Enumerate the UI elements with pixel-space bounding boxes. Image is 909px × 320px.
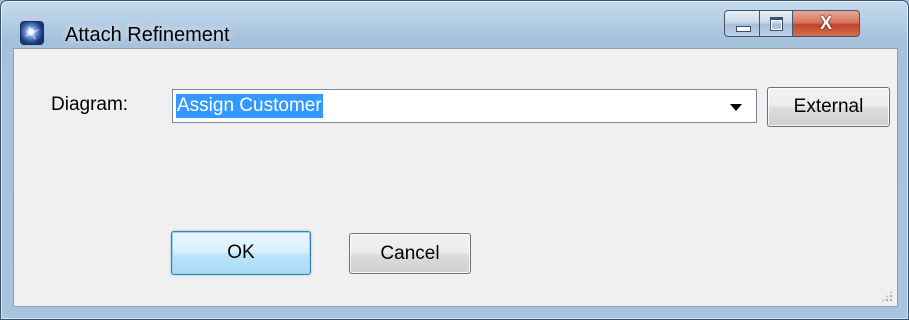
cancel-button[interactable]: Cancel [349,233,471,274]
ok-button[interactable]: OK [171,231,311,275]
diagram-selected-value[interactable]: Assign Customer [176,94,323,118]
chevron-down-icon[interactable] [730,104,742,111]
title-bar[interactable]: Attach Refinement X [1,1,908,46]
maximize-button[interactable] [759,10,793,37]
close-button[interactable]: X [792,10,860,37]
resize-grip-icon[interactable] [881,290,893,302]
diagram-combobox[interactable]: Assign Customer [172,89,757,123]
attach-refinement-dialog: Attach Refinement X Diagram: Assign Cust… [0,0,909,320]
minimize-button[interactable] [724,10,760,37]
external-button[interactable]: External [767,87,890,127]
close-icon: X [819,13,832,33]
window-title: Attach Refinement [65,24,230,46]
diagram-label: Diagram: [51,94,129,115]
dialog-body: Diagram: Assign Customer External OK Can… [13,48,898,307]
app-logo-icon [21,22,43,44]
